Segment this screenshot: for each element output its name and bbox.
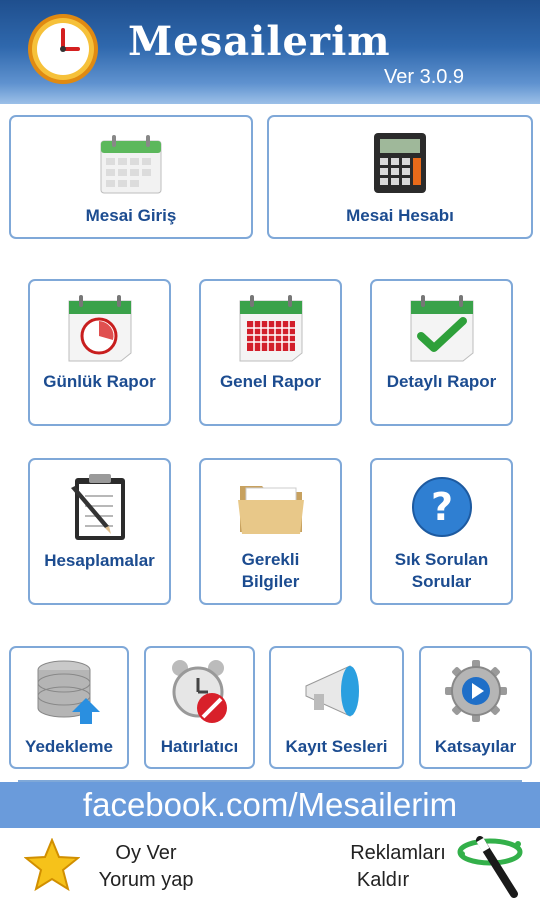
remove-ads-line2[interactable]: Kaldır: [338, 867, 428, 894]
gear-icon: [444, 660, 507, 722]
clipboard-icon: [70, 474, 125, 540]
alarm-clock-icon: [171, 660, 227, 723]
svg-text:?: ?: [430, 485, 452, 529]
mesai-hesabi-label: Mesai Hesabı: [346, 206, 454, 225]
remove-ads-line1[interactable]: Reklamları: [338, 840, 458, 867]
question-icon: ?: [411, 477, 472, 537]
detayli-rapor-label: Detaylı Rapor: [386, 372, 497, 391]
general-report-icon: [239, 295, 302, 362]
kayit-sesleri-button[interactable]: Kayıt Sesleri: [269, 646, 404, 769]
megaphone-icon: [305, 665, 359, 717]
katsayilar-label: Katsayılar: [434, 737, 517, 756]
mesai-giris-label: Mesai Giriş: [85, 206, 177, 225]
daily-report-icon: [68, 295, 131, 362]
sik-sorulan-label-line1: Sık Sorulan: [394, 550, 489, 569]
kayit-sesleri-label: Kayıt Sesleri: [285, 737, 388, 756]
detailed-report-icon: [410, 295, 473, 362]
detayli-rapor-button[interactable]: Detaylı Rapor: [370, 279, 513, 426]
sik-sorulan-label-line2: Sorular: [411, 572, 472, 591]
mesai-hesabi-button[interactable]: Mesai Hesabı: [267, 115, 533, 239]
database-backup-icon: [37, 660, 100, 724]
app-version: Ver 3.0.9: [384, 66, 465, 88]
facebook-link[interactable]: facebook.com/Mesailerim: [0, 782, 540, 828]
hatirlatici-button[interactable]: Hatırlatıcı: [144, 646, 255, 769]
hatirlatici-label: Hatırlatıcı: [160, 737, 239, 756]
sik-sorulan-sorular-button[interactable]: ? Sık Sorulan Sorular: [370, 458, 513, 605]
rate-line1[interactable]: Oy Ver: [86, 840, 206, 867]
app-header: Mesailerim Ver 3.0.9: [0, 0, 540, 104]
katsayilar-button[interactable]: Katsayılar: [419, 646, 532, 769]
genel-rapor-button[interactable]: Genel Rapor: [199, 279, 342, 426]
gerekli-bilgiler-label-line2: Bilgiler: [241, 572, 300, 591]
magic-wand-icon[interactable]: [452, 832, 524, 898]
gerekli-bilgiler-button[interactable]: Gerekli Bilgiler: [199, 458, 342, 605]
gerekli-bilgiler-label-line1: Gerekli: [241, 550, 300, 569]
gunluk-rapor-label: Günlük Rapor: [43, 372, 156, 391]
calculator-icon: [374, 133, 426, 193]
hesaplamalar-label: Hesaplamalar: [44, 551, 155, 570]
yedekleme-label: Yedekleme: [25, 737, 113, 756]
folder-icon: [237, 486, 304, 534]
genel-rapor-label: Genel Rapor: [219, 372, 322, 391]
mesai-giris-button[interactable]: Mesai Giriş: [9, 115, 253, 239]
calendar-icon: [100, 135, 162, 194]
hesaplamalar-button[interactable]: Hesaplamalar: [28, 458, 171, 605]
clock-logo-icon: [28, 14, 98, 84]
yedekleme-button[interactable]: Yedekleme: [9, 646, 129, 769]
gunluk-rapor-button[interactable]: Günlük Rapor: [28, 279, 171, 426]
star-icon[interactable]: [24, 838, 80, 892]
app-title: Mesailerim: [128, 18, 391, 65]
rate-line2[interactable]: Yorum yap: [86, 867, 206, 894]
